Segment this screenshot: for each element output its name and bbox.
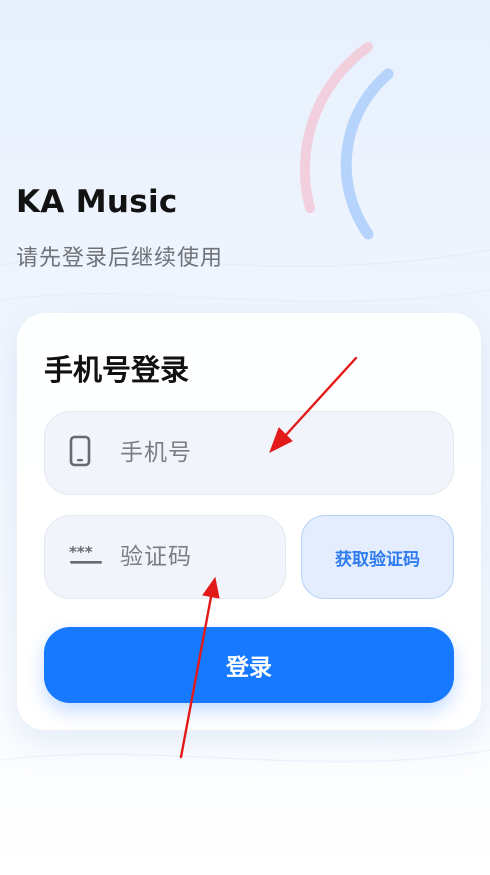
login-button[interactable]: 登录 — [44, 627, 454, 703]
phone-input[interactable] — [120, 440, 420, 466]
login-card-title: 手机号登录 — [44, 353, 190, 387]
smartphone-icon — [69, 435, 91, 471]
svg-text:***: *** — [69, 544, 93, 561]
login-card: 手机号登录 *** 获取验证码 登录 — [17, 313, 481, 730]
verification-code-field[interactable]: *** — [44, 515, 286, 599]
logo-arcs-decoration — [299, 42, 394, 240]
verification-code-input[interactable] — [120, 544, 270, 570]
phone-field[interactable] — [44, 411, 454, 495]
password-asterisk-icon: *** — [69, 543, 103, 570]
app-subtitle: 请先登录后继续使用 — [16, 246, 224, 271]
get-code-button[interactable]: 获取验证码 — [301, 515, 454, 599]
app-title: KA Music — [16, 184, 178, 220]
